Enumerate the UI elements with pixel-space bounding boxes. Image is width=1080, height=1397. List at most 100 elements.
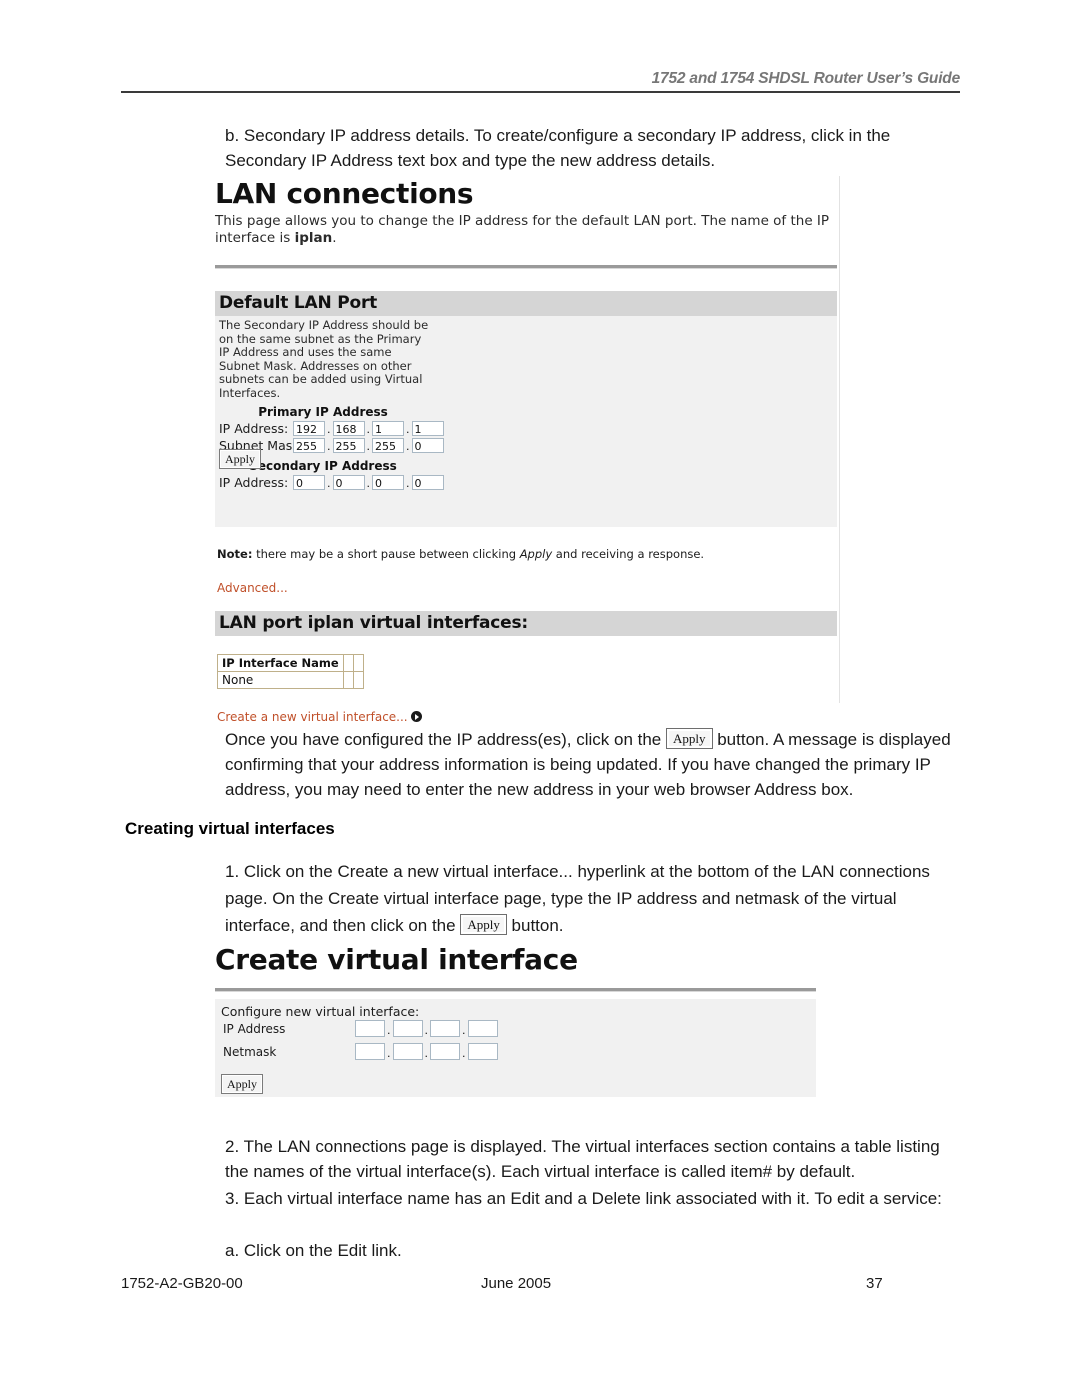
note-apply-italic: Apply xyxy=(519,547,553,561)
create-virtual-interface-screenshot: Create virtual interface Configure new v… xyxy=(213,944,818,1102)
create-virtual-interface-link-wrapper: Create a new virtual interface... xyxy=(217,706,839,725)
apply-pause-note: Note: there may be a short pause between… xyxy=(217,547,839,561)
lan-intro-iplan: iplan xyxy=(294,230,333,246)
lan-intro-text-2: . xyxy=(332,230,337,246)
subnet-mask-octet-3[interactable]: 255 xyxy=(372,437,404,453)
note-text-1: there may be a short pause between click… xyxy=(252,547,520,561)
lan-connections-intro: This page allows you to change the IP ad… xyxy=(215,213,837,247)
octet-separator: . xyxy=(387,1024,391,1037)
secondary-ip-octet-4[interactable]: 0 xyxy=(411,474,444,490)
step-3a-paragraph: a. Click on the Edit link. xyxy=(225,1241,402,1260)
subnet-mask-row: Subnet Mask: 255. 255. 255. 0 xyxy=(215,437,837,453)
octet-separator: . xyxy=(406,476,410,490)
footer-date: June 2005 xyxy=(481,1275,552,1292)
octet-separator: . xyxy=(327,476,331,490)
circle-arrow-right-icon xyxy=(410,711,422,722)
create-virtual-interface-title: Create virtual interface xyxy=(215,943,578,976)
subnet-mask-octet-2[interactable]: 255 xyxy=(332,437,365,453)
cell-delete-blank xyxy=(352,671,364,689)
octet-separator: . xyxy=(406,422,410,436)
cvi-title-divider xyxy=(215,988,816,992)
cvi-ip-octet-4[interactable] xyxy=(467,1020,498,1037)
octet-separator: . xyxy=(406,439,410,453)
column-edit-blank xyxy=(342,654,354,672)
octet-separator: . xyxy=(462,1047,466,1060)
octet-separator: . xyxy=(387,1047,391,1060)
footer-page-number: 37 xyxy=(866,1275,883,1292)
subnet-mask-octet-4[interactable]: 0 xyxy=(411,437,444,453)
configure-new-virtual-interface-panel: Configure new virtual interface: IP Addr… xyxy=(215,999,816,1097)
cvi-netmask-octet-1[interactable] xyxy=(355,1043,385,1060)
creating-virtual-interfaces-heading: Creating virtual interfaces xyxy=(125,819,335,838)
note-text-2: and receiving a response. xyxy=(552,547,705,561)
cvi-netmask-octet-3[interactable] xyxy=(430,1043,460,1060)
step-2-paragraph: 2. The LAN connections page is displayed… xyxy=(225,1137,940,1181)
cvi-netmask-label: Netmask xyxy=(223,1044,277,1059)
octet-separator: . xyxy=(366,476,371,490)
secondary-ip-octet-1[interactable]: 0 xyxy=(293,474,325,490)
primary-ip-octet-3[interactable]: 1 xyxy=(372,420,404,436)
cvi-ip-address-label: IP Address xyxy=(223,1021,286,1036)
secondary-ip-address-label: IP Address: xyxy=(219,474,289,490)
cvi-netmask-row: Netmask . . . xyxy=(221,1043,816,1060)
cvi-ip-octet-3[interactable] xyxy=(430,1020,460,1037)
table-row: None xyxy=(217,671,364,689)
cvi-netmask-octet-4[interactable] xyxy=(467,1043,498,1060)
advanced-link[interactable]: Advanced... xyxy=(217,581,288,595)
cell-edit-blank xyxy=(342,671,354,689)
octet-separator: . xyxy=(462,1024,466,1037)
apply-button-wrapper: Apply xyxy=(219,448,261,469)
subnet-mask-octet-1[interactable]: 255 xyxy=(293,437,325,453)
default-lan-port-note: The Secondary IP Address should be on th… xyxy=(219,318,429,400)
cell-interface-name: None xyxy=(217,671,344,689)
create-virtual-interface-link[interactable]: Create a new virtual interface... xyxy=(217,710,408,724)
column-ip-interface-name: IP Interface Name xyxy=(217,654,344,672)
cvi-ip-octet-1[interactable] xyxy=(355,1020,385,1037)
configure-new-virtual-interface-label: Configure new virtual interface: xyxy=(221,1004,420,1019)
primary-ip-octet-1[interactable]: 192 xyxy=(293,420,325,436)
advanced-link-wrapper: Advanced... xyxy=(217,577,839,596)
apply-button[interactable]: Apply xyxy=(219,449,261,469)
footer-doc-number: 1752-A2-GB20-00 xyxy=(121,1275,243,1292)
cvi-netmask-octet-2[interactable] xyxy=(392,1043,423,1060)
virtual-interfaces-table: IP Interface Name None xyxy=(217,654,364,689)
note-label: Note: xyxy=(217,547,253,561)
secondary-ip-octet-3[interactable]: 0 xyxy=(372,474,404,490)
octet-separator: . xyxy=(327,439,331,453)
octet-separator: . xyxy=(424,1047,429,1060)
primary-ip-address-label: IP Address: xyxy=(219,420,289,436)
primary-ip-octet-4[interactable]: 1 xyxy=(411,420,444,436)
page-running-header: 1752 and 1754 SHDSL Router User’s Guide xyxy=(121,70,960,93)
octet-separator: . xyxy=(424,1024,429,1037)
table-header-row: IP Interface Name xyxy=(217,654,364,672)
step-1-paragraph: 1. Click on the Create a new virtual int… xyxy=(225,858,955,939)
inline-apply-button-1[interactable]: Apply xyxy=(666,728,713,749)
step-3-paragraph: 3. Each virtual interface name has an Ed… xyxy=(225,1189,942,1208)
virtual-interfaces-heading: LAN port iplan virtual interfaces: xyxy=(215,611,837,636)
column-delete-blank xyxy=(352,654,364,672)
step-1-text-1: 1. Click on the Create a new virtual int… xyxy=(225,862,930,935)
lan-connections-title: LAN connections xyxy=(215,177,474,210)
once-configured-text-1: Once you have configured the IP address(… xyxy=(225,730,666,749)
cvi-ip-address-row: IP Address . . . xyxy=(221,1020,816,1037)
primary-ip-address-row: IP Address: 192. 168. 1. 1 xyxy=(215,420,837,436)
lan-connections-screenshot: LAN connections This page allows you to … xyxy=(213,176,840,724)
once-configured-paragraph: Once you have configured the IP address(… xyxy=(225,727,955,802)
intro-paragraph: b. Secondary IP address details. To crea… xyxy=(225,126,891,170)
default-lan-port-heading: Default LAN Port xyxy=(215,291,837,316)
inline-apply-button-2[interactable]: Apply xyxy=(460,914,507,935)
running-head-text: 1752 and 1754 SHDSL Router User’s Guide xyxy=(651,70,961,87)
secondary-ip-octet-2[interactable]: 0 xyxy=(332,474,365,490)
cvi-apply-button-wrapper: Apply xyxy=(221,1073,263,1094)
primary-ip-octet-2[interactable]: 168 xyxy=(332,420,365,436)
title-divider xyxy=(215,265,837,269)
octet-separator: . xyxy=(327,422,331,436)
secondary-ip-address-row: IP Address: 0. 0. 0. 0 xyxy=(215,474,837,490)
cvi-ip-octet-2[interactable] xyxy=(392,1020,423,1037)
octet-separator: . xyxy=(366,439,371,453)
default-lan-port-panel: The Secondary IP Address should be on th… xyxy=(215,316,837,527)
primary-ip-group-label: Primary IP Address xyxy=(258,404,388,419)
cvi-apply-button[interactable]: Apply xyxy=(221,1074,263,1094)
octet-separator: . xyxy=(366,422,371,436)
step-1-text-2: button. xyxy=(506,916,564,935)
